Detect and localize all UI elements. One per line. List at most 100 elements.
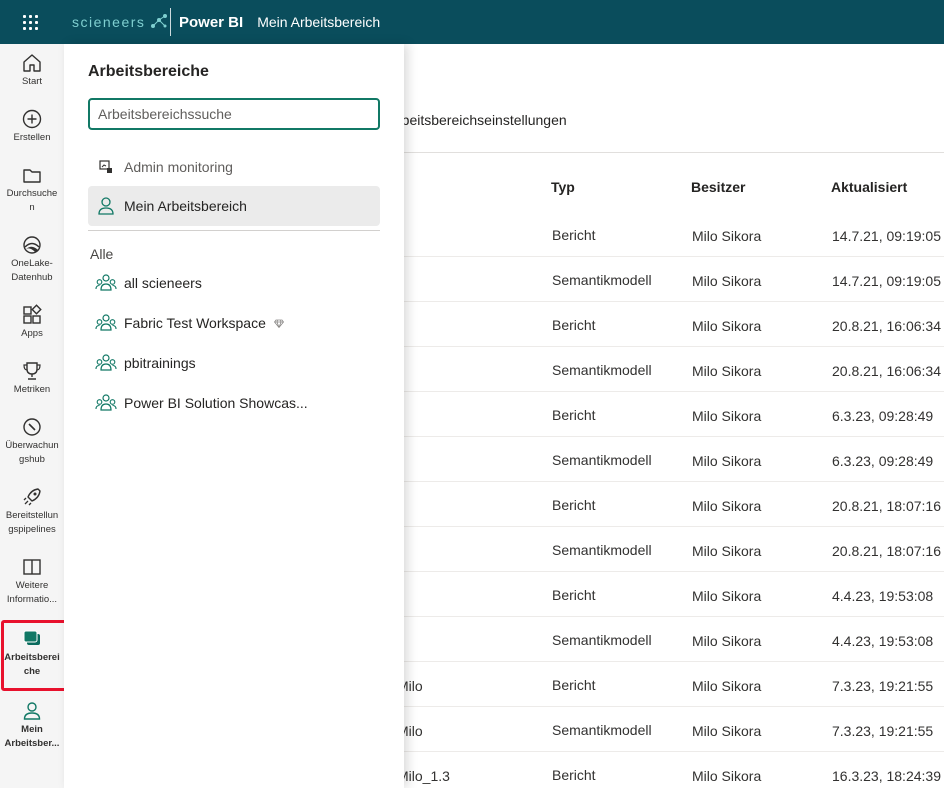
cell-typ: Bericht [552,317,596,333]
nav-label-mein-2: Arbeitsber... [4,738,60,749]
workspace-item-admin-monitoring[interactable]: Admin monitoring [88,147,380,187]
column-header-typ[interactable]: Typ [551,179,575,195]
cell-aktualisiert: 16.3.23, 18:24:39 [832,768,941,784]
home-icon [23,54,41,72]
nav-item-start[interactable]: Start [0,52,64,89]
table-row[interactable]: Semantikmodell Milo Sikora 14.7.21, 09:19:… [404,257,944,302]
table-row[interactable]: Milo Semantikmodell Milo Sikora 7.3.23, 19:… [397,707,944,752]
apps-icon [23,304,42,324]
cell-aktualisiert: 20.8.21, 18:07:16 [832,498,941,514]
workspace-label: Mein Arbeitsbereich [124,198,247,214]
nav-label-durchsuchen-1: Durchsuche [6,188,58,199]
workspace-item-mein-arbeitsbereich[interactable]: Mein Arbeitsbereich [88,186,380,226]
workspaces-flyout: Arbeitsbereiche Admin monitoring Mein Ar… [64,44,404,788]
nav-item-arbeitsbereiche[interactable]: Arbeitsberei che [0,628,64,679]
nav-item-metriken[interactable]: Metriken [0,360,64,397]
table-row[interactable]: Semantikmodell Milo Sikora 20.8.21, 18:07:… [404,527,944,572]
table-row[interactable]: Milo Bericht Milo Sikora 7.3.23, 19:21:55 [397,662,944,707]
cell-typ: Semantikmodell [552,632,652,648]
cell-besitzer: Milo Sikora [692,588,762,604]
logo-text: scieneers [72,14,146,30]
nav-item-onelake[interactable]: OneLake- Datenhub [0,234,64,285]
table-row[interactable]: Bericht Milo Sikora 20.8.21, 18:07:16 [404,482,944,527]
content-divider [404,152,944,153]
cell-aktualisiert: 7.3.23, 19:21:55 [832,723,934,739]
nav-label-ueberwachungshub-1: Überwachun [5,440,59,451]
nav-label-durchsuchen-2: n [29,202,35,213]
nav-item-erstellen[interactable]: Erstellen [0,108,64,145]
table-row[interactable]: Bericht Milo Sikora 6.3.23, 09:28:49 [404,392,944,437]
cell-besitzer: Milo Sikora [692,228,762,244]
person-icon [88,196,124,216]
table-row[interactable]: Bericht Milo Sikora 4.4.23, 19:53:08 [404,572,944,617]
cell-typ: Semantikmodell [552,542,652,558]
nav-item-apps[interactable]: Apps [0,304,64,341]
nav-label-ueberwachungshub-2: gshub [19,454,45,465]
admin-monitoring-icon [88,160,124,174]
cell-typ: Bericht [552,497,596,513]
current-workspace-name[interactable]: Mein Arbeitsbereich [257,14,380,30]
group-icon [88,393,124,413]
onelake-icon [23,236,41,254]
flyout-divider [88,230,380,231]
cell-besitzer: Milo Sikora [692,363,762,379]
cell-typ: Bericht [552,677,596,693]
cell-aktualisiert: 6.3.23, 09:28:49 [832,453,934,469]
column-header-besitzer[interactable]: Besitzer [691,179,745,195]
folder-icon [23,169,41,183]
cell-typ: Bericht [552,407,596,423]
cell-aktualisiert: 20.8.21, 16:06:34 [832,318,941,334]
book-icon [23,559,41,575]
cell-typ: Bericht [552,227,596,243]
table-row[interactable]: Milo_1.3 Bericht Milo Sikora 16.3.23, 18:24… [397,752,944,788]
top-bar: scieneers Power BI Mein Arbeitsbereich [0,0,944,44]
cell-besitzer: Milo Sikora [692,498,762,514]
workspace-item-solution-showcase[interactable]: Power BI Solution Showcas... [88,383,380,423]
workspace-item-all-scieneers[interactable]: all scieneers [88,263,380,303]
cell-besitzer: Milo Sikora [692,273,762,289]
nav-label-arbeitsbereiche-2: che [23,666,41,677]
cell-aktualisiert: 20.8.21, 18:07:16 [832,543,941,559]
logo-molecule-icon [151,14,168,28]
table-row[interactable]: Semantikmodell Milo Sikora 20.8.21, 16:06:… [404,347,944,392]
company-logo[interactable]: scieneers [72,12,170,32]
app-name[interactable]: Power BI [179,14,243,31]
workspace-settings-link[interactable]: rbeitsbereichseinstellungen [397,112,567,128]
workspace-search-input[interactable] [88,98,380,130]
group-icon [88,313,124,333]
nav-item-durchsuchen[interactable]: Durchsuche n [0,164,64,215]
flyout-title: Arbeitsbereiche [88,63,209,80]
cell-besitzer: Milo Sikora [692,408,762,424]
workspace-label: Power BI Solution Showcas... [124,395,308,411]
nav-item-weitere-informationen[interactable]: Weitere Informatio... [0,556,64,607]
workspace-item-fabric-test[interactable]: Fabric Test Workspace [88,303,380,343]
topbar-divider [170,8,171,36]
cell-besitzer: Milo Sikora [692,678,762,694]
nav-label-erstellen: Erstellen [13,132,51,143]
app-launcher-button[interactable] [0,0,60,44]
nav-label-start: Start [21,76,43,87]
workspace-label: all scieneers [124,275,202,291]
table-row[interactable]: Semantikmodell Milo Sikora 6.3.23, 09:28:4… [404,437,944,482]
cell-aktualisiert: 6.3.23, 09:28:49 [832,408,934,424]
cell-typ: Semantikmodell [552,722,652,738]
table-row[interactable]: Bericht Milo Sikora 20.8.21, 16:06:34 [404,302,944,347]
workspace-label: Admin monitoring [124,159,233,175]
column-header-aktualisiert[interactable]: Aktualisiert [831,179,907,195]
cell-typ: Bericht [552,767,596,783]
nav-item-bereitstellungspipelines[interactable]: Bereitstellun gspipelines [0,486,64,537]
cell-besitzer: Milo Sikora [692,633,762,649]
table-row[interactable]: Bericht Milo Sikora 14.7.21, 09:19:05 [404,212,944,257]
table-row[interactable]: Semantikmodell Milo Sikora 4.4.23, 19:53:0… [404,617,944,662]
cell-name: Milo_1.3 [397,768,450,784]
cell-typ: Semantikmodell [552,272,652,288]
cell-aktualisiert: 4.4.23, 19:53:08 [832,633,934,649]
group-icon [88,353,124,373]
workspace-item-pbitrainings[interactable]: pbitrainings [88,343,380,383]
cell-besitzer: Milo Sikora [692,318,762,334]
nav-item-mein-arbeitsbereich[interactable]: Mein Arbeitsber... [0,700,64,751]
nav-item-ueberwachungshub[interactable]: Überwachun gshub [0,416,64,467]
nav-label-onelake-1: OneLake- [11,258,53,269]
cell-besitzer: Milo Sikora [692,453,762,469]
cell-aktualisiert: 7.3.23, 19:21:55 [832,678,934,694]
